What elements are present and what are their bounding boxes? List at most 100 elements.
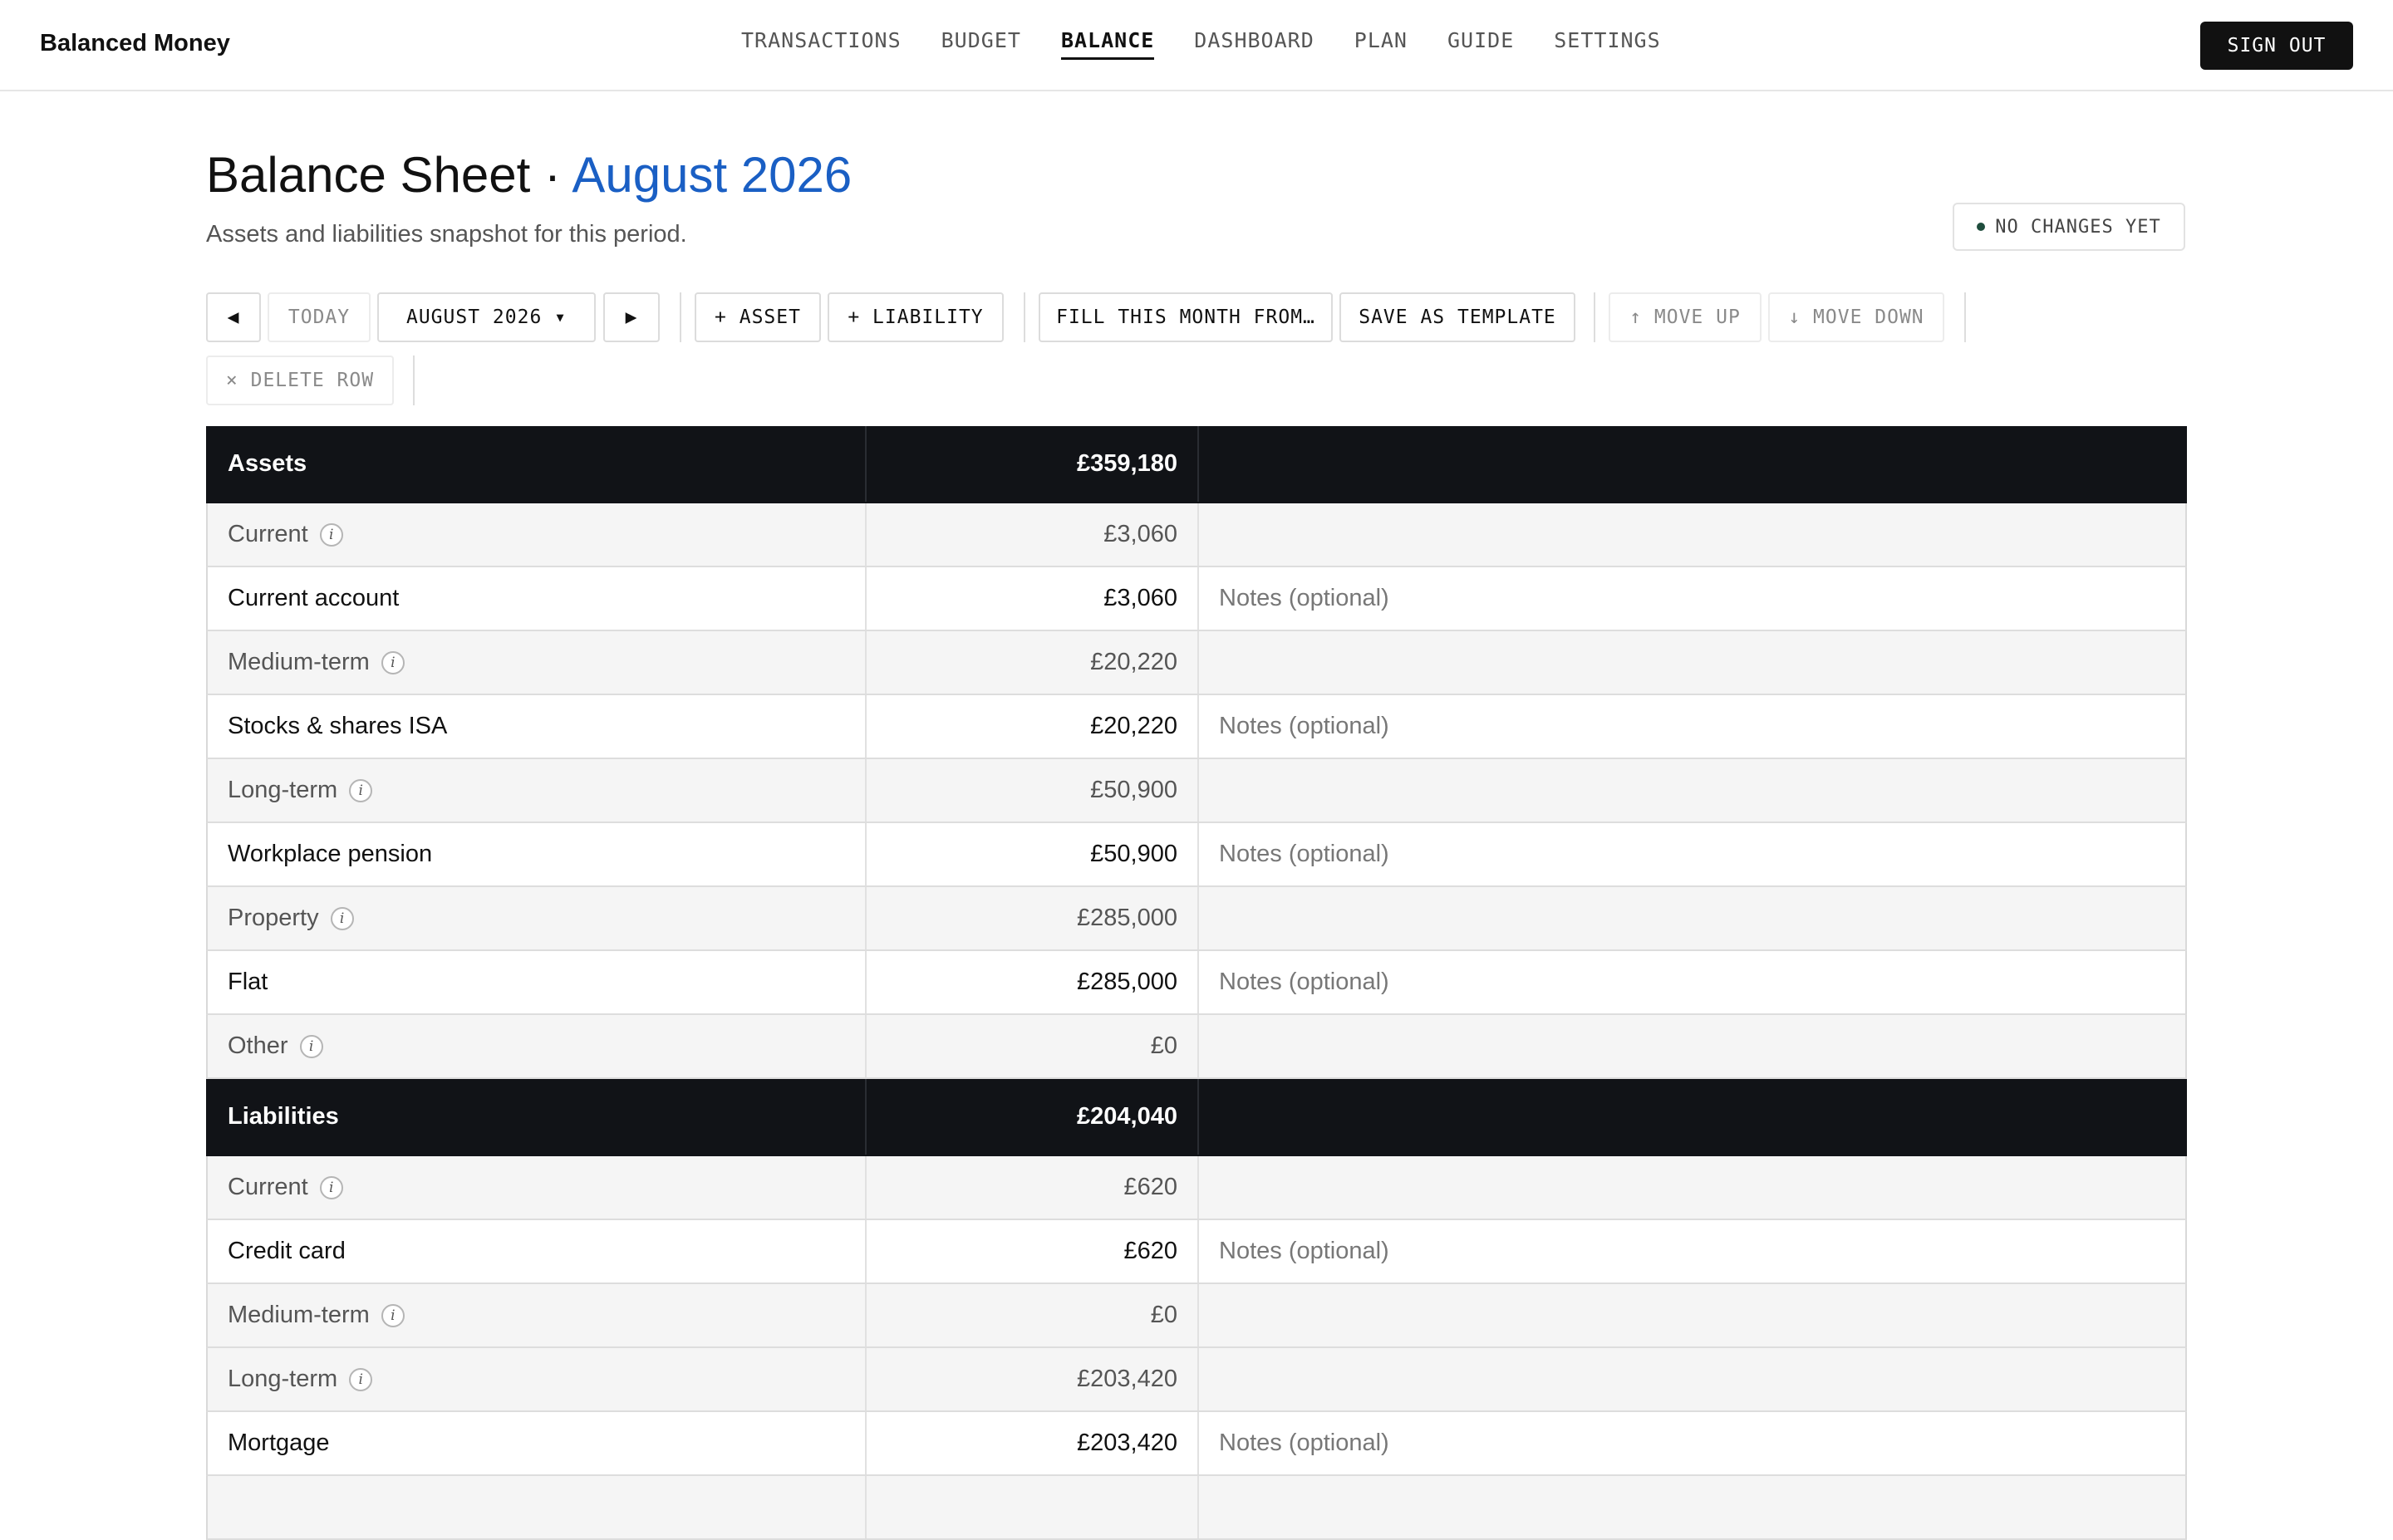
group-label-cell: [208, 1476, 867, 1538]
item-notes-field[interactable]: Notes (optional): [1199, 823, 2185, 885]
group-label: Current: [228, 521, 308, 547]
group-label-cell: Property i: [208, 887, 867, 949]
item-notes-field[interactable]: Notes (optional): [1199, 1220, 2185, 1283]
item-name-field[interactable]: Flat: [208, 951, 867, 1013]
sign-out-button[interactable]: SIGN OUT: [2200, 22, 2353, 70]
group-label: Property: [228, 905, 319, 931]
fill-month-button[interactable]: FILL THIS MONTH FROM…: [1039, 292, 1333, 342]
group-label: Other: [228, 1032, 288, 1059]
section-total: £204,040: [867, 1079, 1199, 1155]
info-icon[interactable]: i: [349, 1367, 373, 1391]
item-amount-field[interactable]: £285,000: [867, 951, 1199, 1013]
group-label-cell: Long-term i: [208, 1348, 867, 1410]
group-total: £20,220: [867, 631, 1199, 694]
nav-dashboard[interactable]: DASHBOARD: [1194, 28, 1314, 60]
group-row-assets-medium-term[interactable]: Medium-term i £20,220: [206, 631, 2187, 695]
today-button[interactable]: TODAY: [268, 292, 371, 342]
page-title: Balance Sheet · August 2026: [206, 146, 852, 204]
nav-guide[interactable]: GUIDE: [1447, 28, 1514, 60]
toolbar-divider: [680, 292, 681, 342]
brand-logo[interactable]: Balanced Money: [40, 30, 230, 57]
section-total: £359,180: [867, 426, 1199, 502]
group-label: Medium-term: [228, 649, 370, 675]
group-notes-cell: [1199, 1348, 2185, 1410]
status-text: NO CHANGES YET: [1995, 216, 2161, 238]
table-row[interactable]: Current account £3,060 Notes (optional): [206, 567, 2187, 631]
section-label: Assets: [208, 426, 867, 502]
group-notes-cell: [1199, 1476, 2185, 1538]
group-label: Current: [228, 1174, 308, 1200]
nav-plan[interactable]: PLAN: [1354, 28, 1408, 60]
info-icon[interactable]: i: [349, 778, 373, 802]
item-amount-field[interactable]: £3,060: [867, 567, 1199, 630]
group-row-assets-current[interactable]: Current i £3,060: [206, 503, 2187, 567]
item-notes-field[interactable]: Notes (optional): [1199, 951, 2185, 1013]
group-total: [867, 1476, 1199, 1538]
item-amount-field[interactable]: £50,900: [867, 823, 1199, 885]
move-down-button[interactable]: ↓ MOVE DOWN: [1768, 292, 1944, 342]
table-row[interactable]: Flat £285,000 Notes (optional): [206, 951, 2187, 1015]
toolbar-divider: [1024, 292, 1025, 342]
group-notes-cell: [1199, 503, 2185, 566]
group-row-assets-other[interactable]: Other i £0: [206, 1015, 2187, 1079]
group-row-partial: [206, 1476, 2187, 1540]
item-amount-field[interactable]: £203,420: [867, 1412, 1199, 1474]
group-total: £620: [867, 1156, 1199, 1219]
nav-transactions[interactable]: TRANSACTIONS: [741, 28, 902, 60]
group-row-liabilities-current[interactable]: Current i £620: [206, 1156, 2187, 1220]
status-badge: NO CHANGES YET: [1953, 203, 2185, 251]
table-row[interactable]: Stocks & shares ISA £20,220 Notes (optio…: [206, 695, 2187, 759]
move-up-button[interactable]: ↑ MOVE UP: [1609, 292, 1762, 342]
group-label-cell: Medium-term i: [208, 631, 867, 694]
info-icon[interactable]: i: [381, 1303, 405, 1327]
item-notes-field[interactable]: Notes (optional): [1199, 567, 2185, 630]
group-notes-cell: [1199, 1284, 2185, 1346]
group-label: Long-term: [228, 1366, 338, 1392]
table-row[interactable]: Credit card £620 Notes (optional): [206, 1220, 2187, 1284]
group-notes-cell: [1199, 1015, 2185, 1077]
group-label-cell: Long-term i: [208, 759, 867, 821]
next-month-button[interactable]: ▶: [603, 292, 660, 342]
add-liability-button[interactable]: + LIABILITY: [828, 292, 1004, 342]
month-select[interactable]: AUGUST 2026 ▾: [377, 292, 596, 342]
save-as-template-button[interactable]: SAVE AS TEMPLATE: [1339, 292, 1575, 342]
balance-sheet-table: Assets £359,180 Current i £3,060 Current…: [206, 426, 2187, 1540]
main-nav: TRANSACTIONS BUDGET BALANCE DASHBOARD PL…: [741, 28, 1661, 60]
table-row[interactable]: Workplace pension £50,900 Notes (optiona…: [206, 823, 2187, 887]
toolbar-divider: [413, 356, 415, 405]
add-asset-button[interactable]: + ASSET: [695, 292, 821, 342]
nav-budget[interactable]: BUDGET: [941, 28, 1021, 60]
group-row-assets-long-term[interactable]: Long-term i £50,900: [206, 759, 2187, 823]
info-icon[interactable]: i: [319, 1175, 343, 1199]
group-row-assets-property[interactable]: Property i £285,000: [206, 887, 2187, 951]
item-amount-field[interactable]: £20,220: [867, 695, 1199, 758]
item-name-field[interactable]: Workplace pension: [208, 823, 867, 885]
info-icon[interactable]: i: [319, 522, 343, 547]
section-notes-cell: [1199, 426, 2185, 502]
delete-row-button[interactable]: × DELETE ROW: [206, 356, 394, 405]
info-icon[interactable]: i: [299, 1034, 323, 1058]
toolbar-divider: [1594, 292, 1595, 342]
info-icon[interactable]: i: [330, 906, 354, 930]
item-notes-field[interactable]: Notes (optional): [1199, 1412, 2185, 1474]
table-row[interactable]: Mortgage £203,420 Notes (optional): [206, 1412, 2187, 1476]
nav-settings[interactable]: SETTINGS: [1554, 28, 1660, 60]
group-notes-cell: [1199, 1156, 2185, 1219]
item-name-field[interactable]: Current account: [208, 567, 867, 630]
item-name-field[interactable]: Stocks & shares ISA: [208, 695, 867, 758]
nav-balance[interactable]: BALANCE: [1060, 28, 1155, 60]
item-name-field[interactable]: Credit card: [208, 1220, 867, 1283]
item-notes-field[interactable]: Notes (optional): [1199, 695, 2185, 758]
item-name-field[interactable]: Mortgage: [208, 1412, 867, 1474]
group-label-cell: Medium-term i: [208, 1284, 867, 1346]
item-amount-field[interactable]: £620: [867, 1220, 1199, 1283]
group-label: Long-term: [228, 777, 338, 803]
page-title-text: Balance Sheet ·: [206, 147, 561, 203]
previous-month-button[interactable]: ◀: [206, 292, 261, 342]
group-row-liabilities-long-term[interactable]: Long-term i £203,420: [206, 1348, 2187, 1412]
section-notes-cell: [1199, 1079, 2185, 1155]
group-row-liabilities-medium-term[interactable]: Medium-term i £0: [206, 1284, 2187, 1348]
group-total: £0: [867, 1284, 1199, 1346]
liabilities-section-header: Liabilities £204,040: [206, 1079, 2187, 1156]
info-icon[interactable]: i: [381, 650, 405, 674]
